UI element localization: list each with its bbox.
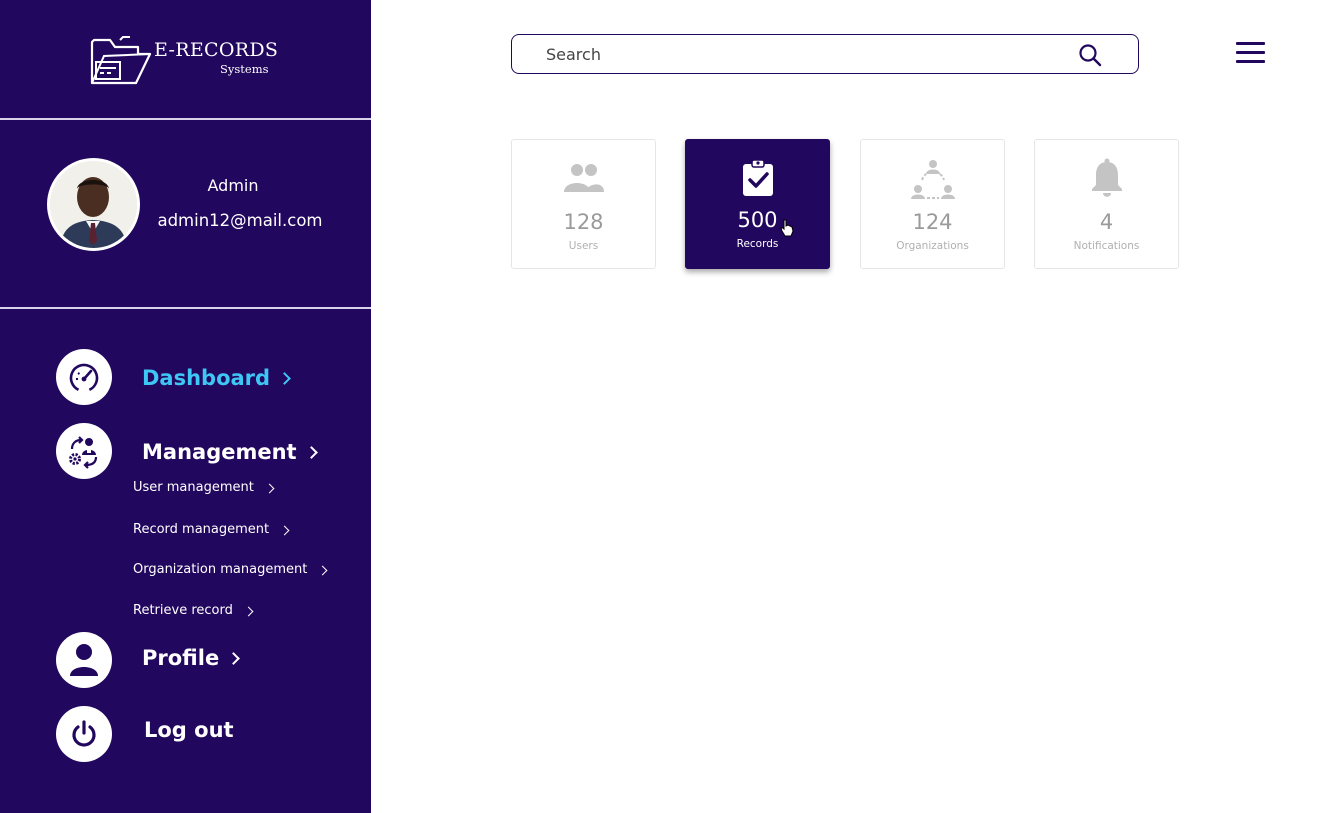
stat-label: Users xyxy=(568,240,599,252)
brand-title: E-RECORDS xyxy=(154,39,279,61)
stat-label: Organizations xyxy=(896,240,969,252)
hand-cursor-icon xyxy=(780,219,794,237)
nav-logout-label: Log out xyxy=(144,718,234,742)
search-icon[interactable] xyxy=(1078,43,1102,67)
chevron-right-icon xyxy=(227,652,241,665)
nav-dashboard-label: Dashboard xyxy=(142,366,271,390)
management-nav-icon-button[interactable] xyxy=(56,423,112,479)
stat-card-organizations[interactable]: 124 Organizations xyxy=(860,139,1005,269)
organization-icon xyxy=(861,158,1004,202)
nav-profile[interactable]: Profile xyxy=(142,646,241,670)
logout-nav-icon-button[interactable] xyxy=(56,706,112,762)
chevron-right-icon xyxy=(279,525,290,535)
folder-logo-icon xyxy=(90,36,152,85)
stat-label: Notifications xyxy=(1073,240,1140,252)
subnav-user-management[interactable]: User management xyxy=(133,480,275,495)
stat-card-notifications[interactable]: 4 Notifications xyxy=(1034,139,1179,269)
dashboard-nav-icon-button[interactable] xyxy=(56,349,112,405)
logo-area: E-RECORDS Systems xyxy=(0,0,371,119)
brand-logo[interactable]: E-RECORDS Systems xyxy=(90,34,278,86)
divider xyxy=(0,118,371,120)
profile-nav-icon-button[interactable] xyxy=(56,632,112,688)
bell-icon xyxy=(1035,158,1178,202)
chevron-right-icon xyxy=(278,372,291,385)
chevron-right-icon xyxy=(243,606,254,616)
app-window: E-RECORDS Systems Admin admin12@mail.com xyxy=(0,0,1332,813)
nav-management-label: Management xyxy=(142,440,297,464)
subnav-retrieve-record[interactable]: Retrieve record xyxy=(133,603,254,618)
hamburger-menu-icon[interactable] xyxy=(1236,42,1265,64)
power-icon xyxy=(72,720,96,747)
stat-card-records[interactable]: 500 Records xyxy=(685,139,830,269)
chevron-right-icon xyxy=(317,565,328,575)
nav-profile-label: Profile xyxy=(142,646,220,670)
subnav-label: Retrieve record xyxy=(133,603,233,618)
person-icon xyxy=(70,644,98,676)
divider xyxy=(0,307,371,309)
chevron-right-icon xyxy=(304,446,318,459)
sidebar: E-RECORDS Systems Admin admin12@mail.com xyxy=(0,0,371,813)
profile-email: admin12@mail.com xyxy=(157,211,323,230)
clipboard-check-icon xyxy=(686,158,829,202)
users-icon xyxy=(512,158,655,202)
nav-management[interactable]: Management xyxy=(142,440,318,464)
search-input[interactable] xyxy=(546,43,1066,65)
nav-dashboard[interactable]: Dashboard xyxy=(142,366,291,390)
subnav-label: Record management xyxy=(133,522,270,537)
stat-count: 4 xyxy=(1099,210,1114,234)
stat-count: 128 xyxy=(563,210,604,234)
subnav-record-management[interactable]: Record management xyxy=(133,522,290,537)
stat-label: Records xyxy=(736,238,779,250)
subnav-label: Organization management xyxy=(133,562,308,577)
user-management-icon xyxy=(69,436,98,469)
brand-subtitle: Systems xyxy=(220,62,269,76)
nav-logout[interactable]: Log out xyxy=(144,718,234,742)
subnav-label: User management xyxy=(133,480,254,495)
chevron-right-icon xyxy=(264,483,275,493)
stat-count: 500 xyxy=(737,208,778,232)
avatar[interactable] xyxy=(47,158,140,251)
subnav-organization-management[interactable]: Organization management xyxy=(133,562,328,577)
stat-count: 124 xyxy=(912,210,953,234)
search-bar[interactable] xyxy=(511,34,1139,74)
stat-card-users[interactable]: 128 Users xyxy=(511,139,656,269)
user-photo-icon xyxy=(50,161,137,248)
speedometer-icon xyxy=(69,363,99,393)
profile-name: Admin xyxy=(207,176,259,195)
